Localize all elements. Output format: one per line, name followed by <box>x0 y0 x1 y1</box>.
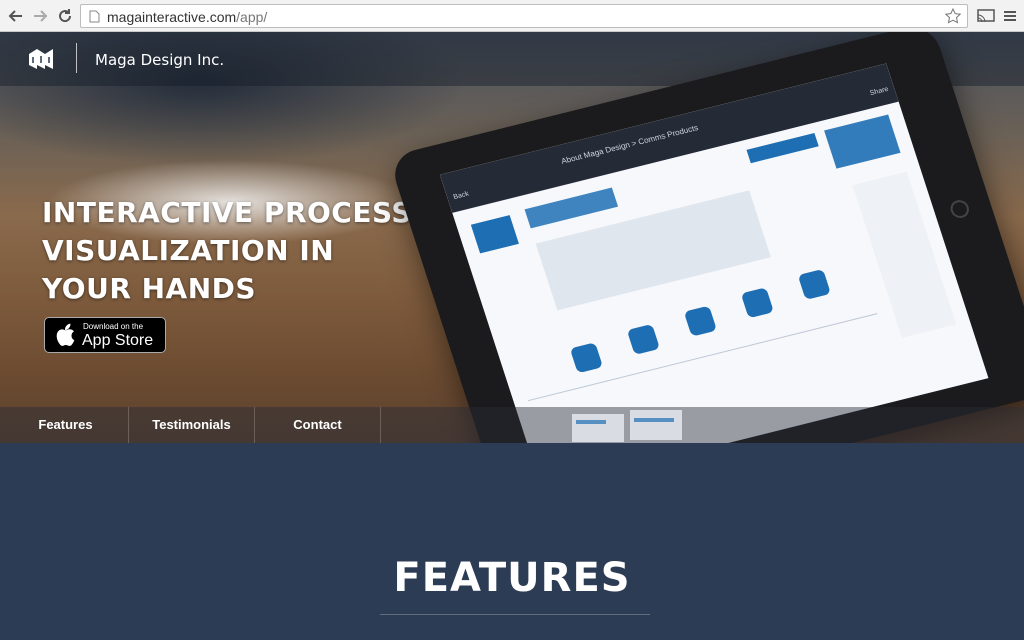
tablet-share-label: Share <box>869 85 890 98</box>
url-text: magainteractive.com/app/ <box>107 9 268 25</box>
infographic-step-2 <box>626 323 661 355</box>
star-icon[interactable] <box>944 7 962 29</box>
forward-arrow-icon[interactable] <box>30 6 50 26</box>
address-bar[interactable]: magainteractive.com/app/ <box>80 4 968 28</box>
tablet-home-button <box>948 198 972 220</box>
infographic-callout <box>824 114 901 169</box>
cast-icon[interactable] <box>976 6 996 26</box>
screenshot-thumbnails[interactable] <box>570 410 690 443</box>
tablet-screen-title: About Maga Design > Comms Products <box>560 123 700 166</box>
infographic-step-3 <box>683 305 718 337</box>
apple-icon <box>55 323 75 352</box>
hero-headline: INTERACTIVE PROCESS VISUALIZATION IN YOU… <box>42 194 422 308</box>
tab-testimonials[interactable]: Testimonials <box>129 407 255 443</box>
back-arrow-icon[interactable] <box>6 6 26 26</box>
browser-toolbar: magainteractive.com/app/ <box>0 0 1024 32</box>
tablet-screen: About Maga Design > Comms Products Back … <box>439 63 989 443</box>
appstore-big-text: App Store <box>82 332 154 349</box>
brand-name[interactable]: Maga Design Inc. <box>95 51 224 69</box>
infographic-label <box>746 132 819 164</box>
infographic-step-5 <box>797 268 831 300</box>
app-store-button[interactable]: Download on the App Store <box>44 317 166 353</box>
infographic-step-1 <box>569 342 604 374</box>
headline-line-3: YOUR HANDS <box>42 272 257 305</box>
section-nav: Features Testimonials Contact <box>0 407 1024 443</box>
tablet-back-label: Back <box>452 190 470 201</box>
headline-line-1: INTERACTIVE PROCESS <box>42 196 413 229</box>
reload-icon[interactable] <box>55 6 75 26</box>
hero-section: Maga Design Inc. INTERACTIVE PROCESS VIS… <box>0 32 1024 443</box>
tab-features[interactable]: Features <box>3 407 129 443</box>
infographic-logo-block <box>470 215 519 254</box>
page-icon <box>89 10 100 28</box>
features-heading: FEATURES <box>393 555 631 601</box>
tab-contact[interactable]: Contact <box>255 407 381 443</box>
headline-line-2: VISUALIZATION IN <box>42 234 335 267</box>
infographic-step-4 <box>740 287 774 319</box>
appstore-small-text: Download on the <box>83 322 144 331</box>
maga-logo-icon[interactable] <box>28 48 54 75</box>
features-divider <box>380 614 650 615</box>
infographic-sidebar <box>852 171 957 338</box>
header-divider <box>76 43 77 73</box>
menu-icon[interactable] <box>1000 6 1020 26</box>
infographic-banner <box>524 187 619 229</box>
tablet-image: About Maga Design > Comms Products Back … <box>387 32 1024 443</box>
